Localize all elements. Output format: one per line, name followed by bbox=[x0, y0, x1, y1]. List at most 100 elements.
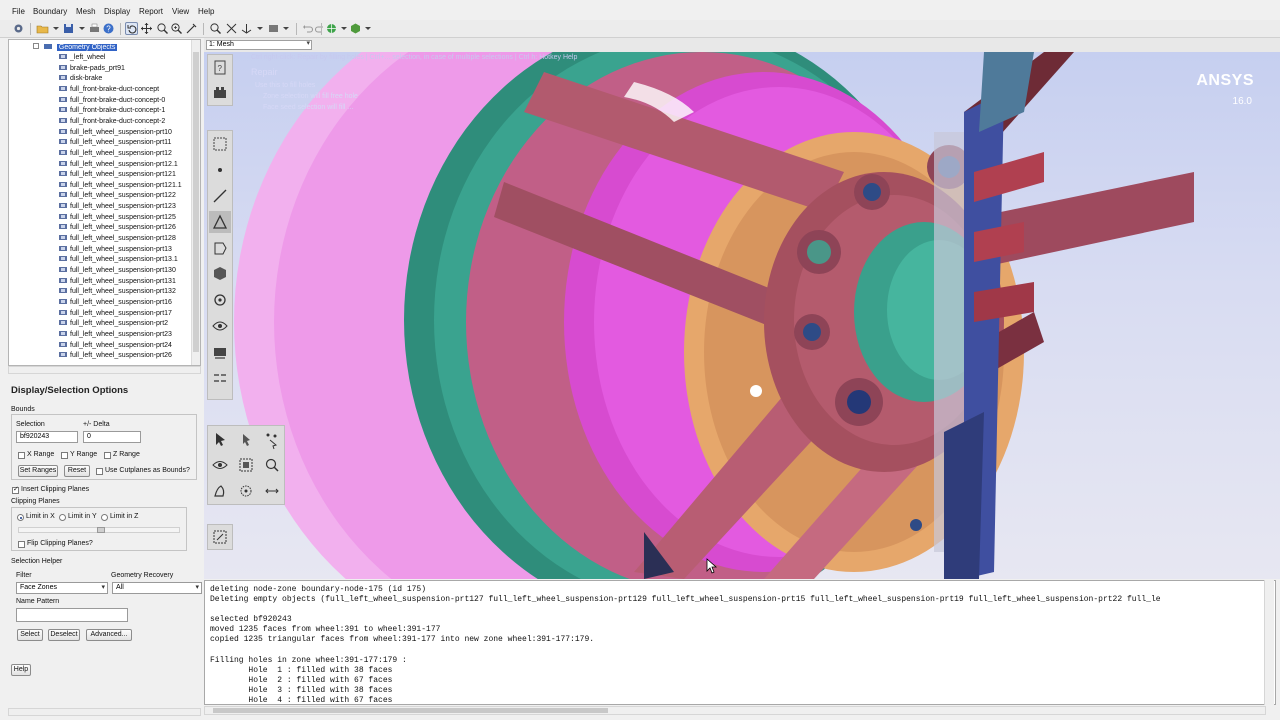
multiple-select-icon[interactable] bbox=[261, 428, 283, 450]
delta-input[interactable]: 0 bbox=[83, 431, 141, 443]
toolbar-menu-icon[interactable] bbox=[209, 82, 231, 104]
view-window-select[interactable]: 1: Mesh bbox=[206, 40, 312, 50]
tree-item[interactable]: disk-brake bbox=[59, 74, 102, 84]
tree-scrollbar[interactable] bbox=[191, 40, 200, 365]
tree-item[interactable]: full_left_wheel_suspension-prt24 bbox=[59, 341, 172, 351]
advanced-button[interactable]: Advanced... bbox=[86, 629, 132, 641]
menu-file[interactable]: File bbox=[12, 7, 25, 16]
mesh-display-icon[interactable] bbox=[325, 22, 338, 35]
selection-box-icon[interactable] bbox=[235, 454, 257, 476]
object-icon[interactable] bbox=[209, 263, 231, 285]
tree-item[interactable]: full_left_wheel_suspension-prt13 bbox=[59, 245, 172, 255]
open-folder-icon[interactable] bbox=[36, 22, 49, 35]
tree-item[interactable]: full_left_wheel_suspension-prt126 bbox=[59, 223, 176, 233]
extend-selection-icon[interactable] bbox=[261, 480, 283, 502]
tree-item[interactable]: full_left_wheel_suspension-prt26 bbox=[59, 351, 172, 361]
display-mode-icon[interactable] bbox=[267, 22, 280, 35]
flip-clipping-checkbox[interactable] bbox=[18, 541, 25, 548]
clear-selection-icon[interactable] bbox=[209, 526, 231, 548]
body-icon[interactable] bbox=[209, 289, 231, 311]
deselect-button[interactable]: Deselect bbox=[48, 629, 80, 641]
filter-select[interactable]: Face Zones bbox=[16, 582, 108, 594]
tree-item[interactable]: full_left_wheel_suspension-prt128 bbox=[59, 234, 176, 244]
dropdown-arrow-icon[interactable] bbox=[362, 22, 375, 35]
tree-item[interactable]: full_front-brake-duct-concept-2 bbox=[59, 117, 165, 127]
hotkey-help-icon[interactable]: ? bbox=[209, 57, 231, 79]
tree-item[interactable]: brake-pads_prt91 bbox=[59, 64, 125, 74]
reset-button[interactable]: Reset bbox=[64, 465, 90, 477]
scatter-select-icon[interactable] bbox=[235, 480, 257, 502]
console-output[interactable]: deleting node-zone boundary-node-175 (id… bbox=[204, 580, 1276, 705]
limit-y-radio[interactable] bbox=[59, 514, 66, 521]
zone-icon[interactable] bbox=[209, 237, 231, 259]
limit-z-radio[interactable] bbox=[101, 514, 108, 521]
tree-item[interactable]: full_front-brake-duct-concept bbox=[59, 85, 159, 95]
display-filter-icon[interactable] bbox=[209, 341, 231, 363]
tree-item[interactable]: full_left_wheel_suspension-prt130 bbox=[59, 266, 176, 276]
select-button[interactable]: Select bbox=[17, 629, 43, 641]
console-vertical-scrollbar[interactable] bbox=[1264, 580, 1274, 705]
tree-item[interactable]: full_left_wheel_suspension-prt131 bbox=[59, 277, 176, 287]
use-cutplanes-checkbox[interactable] bbox=[96, 468, 103, 475]
tree-item[interactable]: full_left_wheel_suspension-prt12.1 bbox=[59, 160, 178, 170]
menu-display[interactable]: Display bbox=[104, 7, 130, 16]
limit-x-radio[interactable] bbox=[17, 514, 24, 521]
tree-item[interactable]: full_left_wheel_suspension-prt23 bbox=[59, 330, 172, 340]
tree-item[interactable]: full_front-brake-duct-concept-1 bbox=[59, 106, 165, 116]
tree-item[interactable]: full_left_wheel_suspension-prt122 bbox=[59, 191, 176, 201]
orient-icon[interactable] bbox=[240, 22, 253, 35]
tree-item[interactable]: full_left_wheel_suspension-prt17 bbox=[59, 309, 172, 319]
hide-show-icon[interactable] bbox=[209, 454, 231, 476]
dropdown-arrow-icon[interactable] bbox=[280, 22, 293, 35]
tree-item[interactable]: full_left_wheel_suspension-prt123 bbox=[59, 202, 176, 212]
console-horizontal-scrollbar[interactable] bbox=[204, 706, 1266, 715]
subselect-arrow-icon[interactable] bbox=[235, 428, 257, 450]
rotate-icon[interactable] bbox=[125, 22, 138, 35]
graphics-viewport[interactable] bbox=[204, 52, 1280, 579]
menu-help[interactable]: Help bbox=[198, 7, 214, 16]
fit-view-icon[interactable] bbox=[225, 22, 238, 35]
pick-icon[interactable] bbox=[185, 22, 198, 35]
print-icon[interactable] bbox=[88, 22, 101, 35]
x-range-checkbox[interactable] bbox=[18, 452, 25, 459]
zoom-box-icon[interactable] bbox=[170, 22, 183, 35]
tree-item[interactable]: full_left_wheel_suspension-prt10 bbox=[59, 128, 172, 138]
tree-item[interactable]: full_left_wheel_suspension-prt121 bbox=[59, 170, 176, 180]
tree-item[interactable]: _left_wheel bbox=[59, 53, 105, 63]
zoom-to-selection-icon[interactable] bbox=[261, 454, 283, 476]
undo-icon[interactable] bbox=[301, 22, 314, 35]
face-icon[interactable] bbox=[209, 211, 231, 233]
tree-item[interactable]: full_left_wheel_suspension-prt121.1 bbox=[59, 181, 182, 191]
help-icon[interactable]: ? bbox=[102, 22, 115, 35]
tree-item[interactable]: full_left_wheel_suspension-prt16 bbox=[59, 298, 172, 308]
select-arrow-icon[interactable] bbox=[209, 428, 231, 450]
gear-icon[interactable] bbox=[12, 22, 25, 35]
dropdown-arrow-icon[interactable] bbox=[254, 22, 267, 35]
options-hscroll[interactable] bbox=[8, 708, 201, 716]
tree-item[interactable]: full_left_wheel_suspension-prt11 bbox=[59, 138, 171, 148]
tree-root[interactable]: Geometry Objects bbox=[33, 43, 118, 53]
menu-view[interactable]: View bbox=[172, 7, 189, 16]
zoom-out-icon[interactable] bbox=[209, 22, 222, 35]
visibility-icon[interactable] bbox=[209, 315, 231, 337]
tree-item[interactable]: full_left_wheel_suspension-prt12 bbox=[59, 149, 172, 159]
save-icon[interactable] bbox=[62, 22, 75, 35]
geometry-recovery-select[interactable]: All bbox=[112, 582, 202, 594]
z-range-checkbox[interactable] bbox=[104, 452, 111, 459]
menu-report[interactable]: Report bbox=[139, 7, 163, 16]
pan-icon[interactable] bbox=[140, 22, 153, 35]
name-pattern-input[interactable] bbox=[16, 608, 128, 622]
menu-mesh[interactable]: Mesh bbox=[76, 7, 96, 16]
selection-input[interactable]: bf920243 bbox=[16, 431, 78, 443]
tree-item[interactable]: full_left_wheel_suspension-prt13.1 bbox=[59, 255, 178, 265]
zoom-in-icon[interactable] bbox=[156, 22, 169, 35]
y-range-checkbox[interactable] bbox=[61, 452, 68, 459]
connect-icon[interactable] bbox=[209, 367, 231, 389]
edge-icon[interactable] bbox=[209, 185, 231, 207]
collapse-icon[interactable] bbox=[33, 43, 39, 49]
box-select-icon[interactable] bbox=[209, 133, 231, 155]
tree-horizontal-scrollbar[interactable] bbox=[8, 366, 201, 374]
point-icon[interactable] bbox=[209, 159, 231, 181]
graphics-options-icon[interactable] bbox=[349, 22, 362, 35]
tree-item[interactable]: full_left_wheel_suspension-prt125 bbox=[59, 213, 176, 223]
